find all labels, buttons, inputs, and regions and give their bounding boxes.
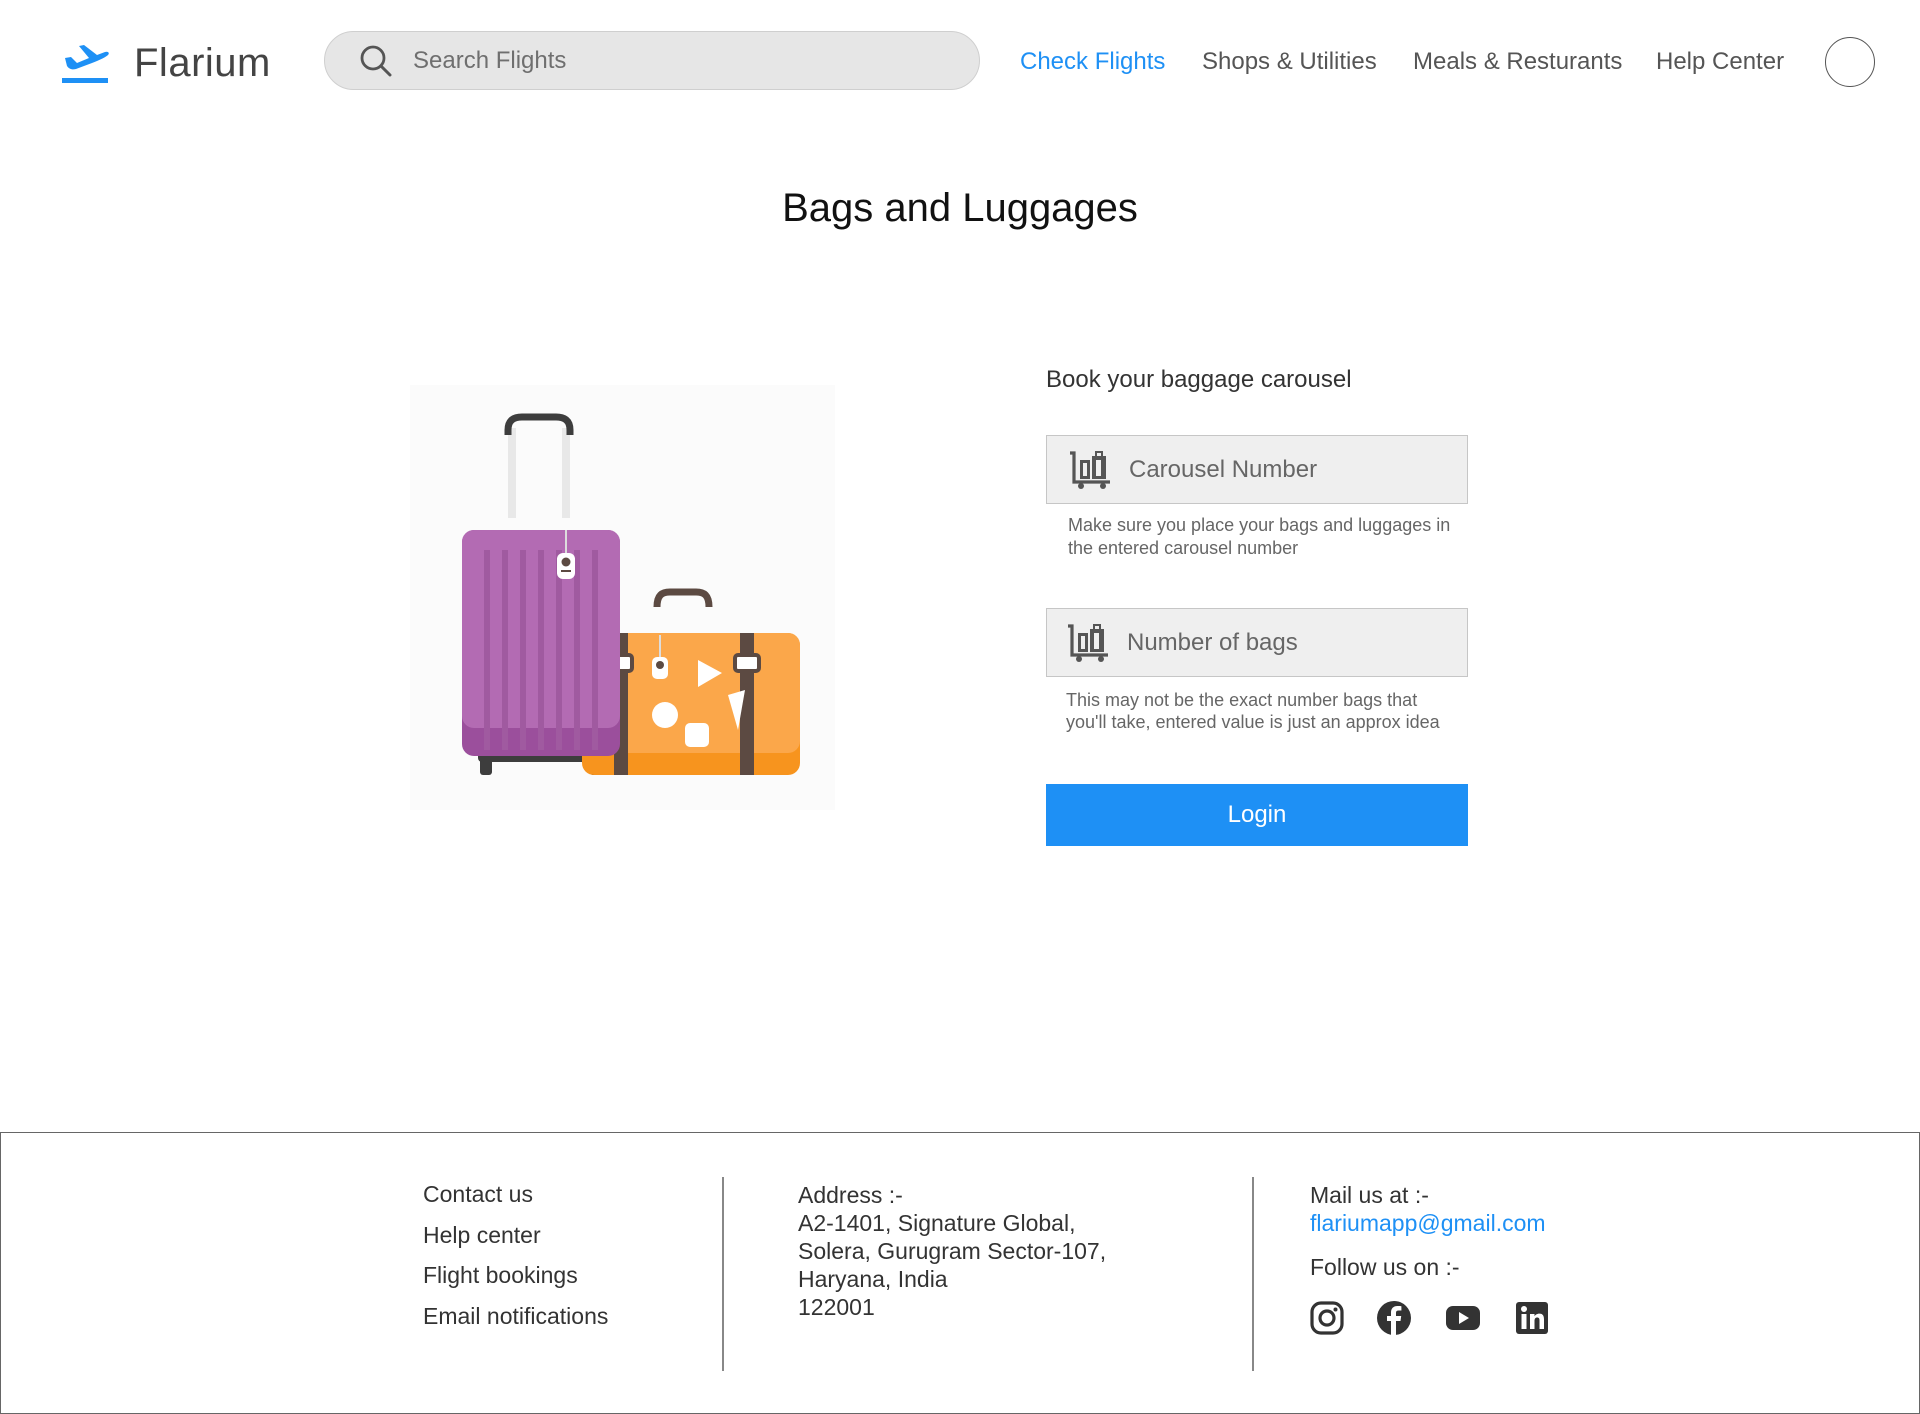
airplane-takeoff-icon [62, 45, 109, 83]
baggage-form: Book your baggage carousel Make sure you… [1046, 366, 1468, 846]
login-button[interactable]: Login [1046, 784, 1468, 846]
address-line: Haryana, India [798, 1266, 948, 1292]
baggage-cart-icon [1068, 623, 1108, 662]
top-navbar: Flarium Check Flights Shops & Utilities … [0, 0, 1920, 124]
footer-divider [722, 1177, 724, 1371]
nav-meals-restaurants[interactable]: Meals & Resturants [1413, 48, 1622, 76]
bags-count-field[interactable] [1046, 608, 1468, 677]
footer-link-email-notifications[interactable]: Email notifications [423, 1303, 608, 1331]
footer: Contact us Help center Flight bookings E… [0, 1132, 1920, 1414]
address-line: 122001 [798, 1294, 875, 1320]
search-bar[interactable] [324, 31, 980, 90]
instagram-icon[interactable] [1309, 1300, 1345, 1336]
footer-contact: Mail us at :- flariumapp@gmail.com Follo… [1310, 1181, 1546, 1282]
footer-link-help-center[interactable]: Help center [423, 1222, 608, 1250]
bags-count-input[interactable] [1127, 628, 1447, 657]
form-heading: Book your baggage carousel [1046, 366, 1352, 393]
follow-label: Follow us on :- [1310, 1254, 1460, 1280]
address-label: Address :- [798, 1182, 903, 1208]
footer-address: Address :- A2-1401, Signature Global, So… [798, 1181, 1106, 1321]
address-line: Solera, Gurugram Sector-107, [798, 1238, 1107, 1264]
mail-label: Mail us at :- [1310, 1182, 1429, 1208]
baggage-cart-icon [1070, 450, 1110, 489]
brand-logo[interactable]: Flarium [62, 38, 271, 88]
footer-link-flight-bookings[interactable]: Flight bookings [423, 1262, 608, 1290]
suitcases-illustration [410, 385, 835, 810]
bags-hint: This may not be the exact number bags th… [1066, 690, 1440, 732]
youtube-icon[interactable] [1443, 1300, 1483, 1336]
facebook-icon[interactable] [1376, 1300, 1412, 1336]
nav-check-flights[interactable]: Check Flights [1020, 48, 1165, 76]
user-avatar[interactable] [1825, 37, 1875, 87]
carousel-number-input[interactable] [1129, 455, 1449, 484]
footer-link-contact-us[interactable]: Contact us [423, 1181, 608, 1209]
brand-name: Flarium [134, 40, 271, 85]
carousel-number-field[interactable] [1046, 435, 1468, 504]
nav-shops-utilities[interactable]: Shops & Utilities [1202, 48, 1377, 76]
social-links [1309, 1300, 1550, 1336]
mail-link[interactable]: flariumapp@gmail.com [1310, 1209, 1546, 1237]
linkedin-icon[interactable] [1514, 1300, 1550, 1336]
page-title: Bags and Luggages [782, 186, 1138, 230]
nav-help-center[interactable]: Help Center [1656, 48, 1784, 76]
search-input[interactable] [413, 46, 953, 75]
address-line: A2-1401, Signature Global, [798, 1210, 1076, 1236]
search-icon [360, 45, 392, 76]
footer-links: Contact us Help center Flight bookings E… [423, 1181, 608, 1340]
carousel-hint: Make sure you place your bags and luggag… [1068, 515, 1451, 559]
footer-divider [1252, 1177, 1254, 1371]
